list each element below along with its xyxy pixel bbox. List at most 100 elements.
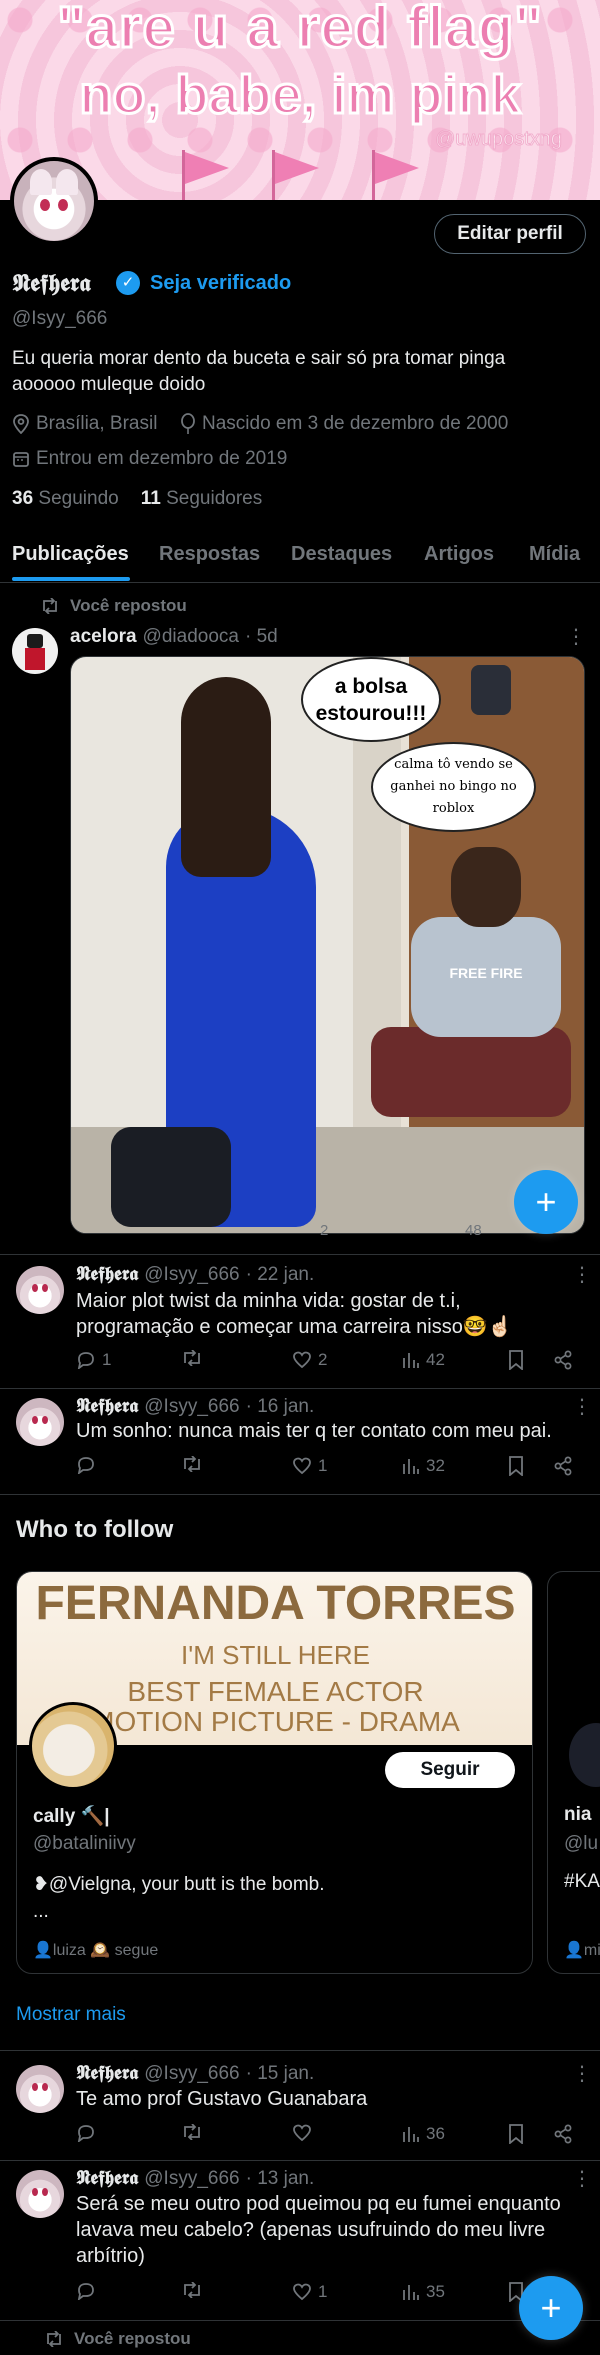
location-pin-icon: [13, 414, 29, 434]
heart-icon: [293, 1351, 311, 1369]
repost-label-text: Você repostou: [70, 596, 187, 615]
repost-icon: [184, 2124, 200, 2140]
post-author-name[interactable]: 𝕹𝖊𝖋𝖍𝖊𝖗𝖆: [76, 2167, 138, 2189]
post-author-avatar[interactable]: [16, 2170, 64, 2218]
bookmark-button[interactable]: [508, 1456, 524, 1476]
share-button[interactable]: [553, 2124, 573, 2144]
show-more-link[interactable]: Mostrar mais: [16, 2004, 126, 2026]
following-count: 36: [12, 488, 34, 509]
location-text: Brasília, Brasil: [36, 413, 158, 434]
get-verified-link[interactable]: Seja verificado: [150, 272, 291, 295]
reply-button[interactable]: [76, 2124, 102, 2142]
views-button[interactable]: 36: [402, 2124, 445, 2144]
follow-button[interactable]: Seguir: [385, 1752, 515, 1788]
like-button[interactable]: 1: [292, 1456, 327, 1476]
repost-button[interactable]: [181, 1456, 209, 1472]
post-author-handle[interactable]: @diadooca: [143, 626, 239, 648]
suggestion-name[interactable]: cally 🔨|: [33, 1804, 110, 1828]
post-actions: 36: [76, 2124, 586, 2148]
bookmark-button[interactable]: [508, 2124, 524, 2144]
views-count: 32: [426, 1456, 445, 1475]
repost-button[interactable]: [181, 2124, 209, 2140]
post-author-avatar[interactable]: [16, 1266, 64, 1314]
more-dots-icon[interactable]: ⋮: [572, 2166, 592, 2191]
followers-link[interactable]: 11 Seguidores: [141, 488, 263, 510]
like-button[interactable]: 1: [292, 2282, 327, 2302]
views-button[interactable]: 42: [402, 1350, 445, 1370]
compose-post-button[interactable]: +: [519, 2276, 583, 2340]
tab-articles[interactable]: Artigos: [424, 543, 494, 566]
verified-badge-icon: ✓: [116, 271, 140, 295]
profile-avatar[interactable]: [10, 157, 98, 245]
meme-woman-hair: [181, 677, 271, 877]
post-author-handle[interactable]: @Isyy_666: [144, 1396, 239, 1418]
like-button[interactable]: [292, 2124, 318, 2142]
reply-bubble-icon: [77, 2125, 94, 2142]
reply-button[interactable]: [76, 1456, 102, 1474]
reply-button[interactable]: [76, 2282, 102, 2300]
active-tab-indicator: [12, 577, 130, 581]
tab-highlights[interactable]: Destaques: [291, 543, 392, 566]
post-author-avatar[interactable]: [12, 628, 58, 674]
tab-replies[interactable]: Respostas: [159, 543, 260, 566]
more-dots-icon[interactable]: ⋮: [572, 2061, 592, 2086]
suggestion-avatar[interactable]: [566, 1720, 600, 1790]
post-time[interactable]: · 22 jan.: [246, 1264, 315, 1286]
post-author-avatar[interactable]: [16, 1398, 64, 1446]
views-button[interactable]: 35: [402, 2282, 445, 2302]
divider: [0, 2050, 600, 2051]
post-actions: 1 2 42: [76, 1350, 586, 1374]
post-actions: 1 32: [76, 1456, 586, 1480]
suggestion-name[interactable]: nia: [564, 1804, 591, 1826]
birthdate-text: Nascido em 3 de dezembro de 2000: [202, 413, 509, 434]
like-button[interactable]: 2: [292, 1350, 327, 1370]
compose-post-button[interactable]: +: [514, 1170, 578, 1234]
repost-button[interactable]: [181, 1350, 209, 1366]
bookmark-icon: [509, 2124, 523, 2144]
profile-tabs: Publicações Respostas Destaques Artigos …: [0, 533, 600, 583]
heart-icon: [293, 2283, 311, 2301]
post-author-name[interactable]: acelora: [70, 626, 137, 648]
edit-profile-button[interactable]: Editar perfil: [434, 214, 586, 254]
calendar-icon: [13, 452, 29, 467]
following-link[interactable]: 36 Seguindo: [12, 488, 119, 510]
suggestion-avatar[interactable]: [29, 1702, 117, 1790]
reply-button[interactable]: 1: [76, 1350, 111, 1370]
views-bar-icon: [403, 1353, 419, 1368]
post-time[interactable]: · 15 jan.: [246, 2063, 315, 2085]
suggestion-bio-line2: ...: [33, 1901, 49, 1922]
divider: [0, 1254, 600, 1255]
post-author-handle[interactable]: @Isyy_666: [144, 2063, 239, 2085]
meme-shirt-text: FREE FIRE: [449, 965, 523, 981]
share-button[interactable]: [553, 1456, 573, 1476]
repost-label: Você repostou: [44, 2329, 191, 2349]
post-author-name[interactable]: 𝕹𝖊𝖋𝖍𝖊𝖗𝖆: [76, 2062, 138, 2084]
repost-button[interactable]: [181, 2282, 209, 2298]
profile-bio: Eu queria morar dento da buceta e sair s…: [12, 348, 506, 395]
post-author-handle[interactable]: @Isyy_666: [144, 1264, 239, 1286]
views-button[interactable]: 32: [402, 1456, 445, 1476]
share-icon: [554, 1350, 572, 1370]
follow-suggestion-card[interactable]: FERNANDA TORRES I'M STILL HERE BEST FEMA…: [16, 1571, 533, 1974]
post-author-avatar[interactable]: [16, 2065, 64, 2113]
post-author-handle[interactable]: @Isyy_666: [144, 2168, 239, 2190]
post-time[interactable]: · 13 jan.: [246, 2168, 315, 2190]
bookmark-button[interactable]: [508, 1350, 524, 1370]
more-dots-icon[interactable]: ⋮: [566, 624, 586, 649]
follow-suggestion-card-2[interactable]: nia @lu #KA 👤mi: [547, 1571, 600, 1974]
share-button[interactable]: [553, 1350, 573, 1370]
profile-banner[interactable]: "are u a red flag" no, babe, im pink @uw…: [0, 0, 600, 200]
post-media-image[interactable]: FREE FIRE a bolsa estourou!!! calma tô v…: [70, 656, 585, 1234]
post-time[interactable]: · 16 jan.: [246, 1396, 315, 1418]
more-dots-icon[interactable]: ⋮: [572, 1394, 592, 1419]
more-dots-icon[interactable]: ⋮: [572, 1262, 592, 1287]
tab-media[interactable]: Mídia: [529, 543, 580, 566]
views-bar-icon: [403, 2127, 419, 2142]
tab-posts[interactable]: Publicações: [12, 543, 129, 566]
post-author-name[interactable]: 𝕹𝖊𝖋𝖍𝖊𝖗𝖆: [76, 1395, 138, 1417]
suggestion-banner-line3: BEST FEMALE ACTOR: [127, 1676, 424, 1707]
suggestion-handle: @lu: [564, 1833, 599, 1854]
repost-icon: [184, 2282, 200, 2298]
post-author-name[interactable]: 𝕹𝖊𝖋𝖍𝖊𝖗𝖆: [76, 1263, 138, 1285]
post-time[interactable]: · 5d: [245, 626, 278, 648]
